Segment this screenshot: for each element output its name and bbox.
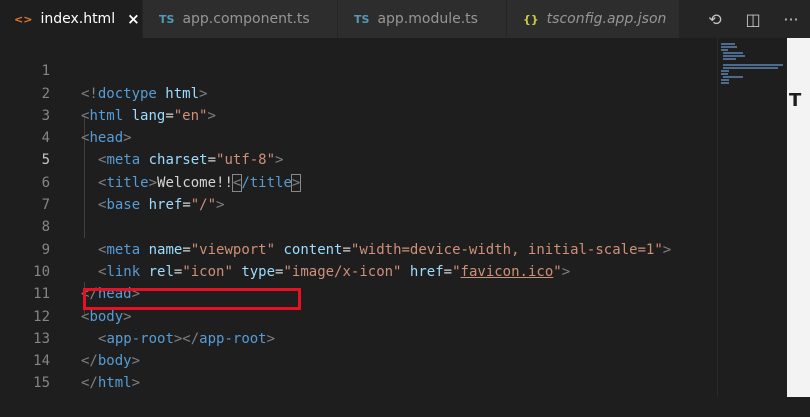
minimap-line	[721, 70, 729, 72]
tab-app-module-ts[interactable]: TS app.module.ts	[338, 0, 506, 38]
minimap-line	[721, 46, 737, 48]
code-line: 8 <meta name="viewport" content="width=d…	[0, 194, 717, 257]
tab-label: tsconfig.app.json	[546, 11, 667, 27]
code-line: 6 <base href="/">	[0, 150, 717, 213]
code-line: 15	[0, 350, 717, 391]
code-line: 4 <meta charset="utf-8">	[0, 105, 717, 168]
editor-tab-bar: <> index.html × TS app.component.ts TS a…	[0, 0, 810, 38]
code-line: 9 <link rel="icon" type="image/x-icon" h…	[0, 216, 717, 280]
code-line: 14 </html>	[0, 328, 717, 391]
tab-index-html[interactable]: <> index.html ×	[0, 0, 142, 38]
tab-label: app.module.ts	[377, 11, 478, 27]
minimap-line	[723, 67, 778, 69]
code-line: 3 <head>	[0, 83, 717, 146]
code-line-current: 5 <title>Welcome!!</title>	[0, 127, 717, 192]
typescript-file-icon: TS	[159, 12, 175, 26]
minimap-line	[723, 64, 783, 66]
more-actions-icon[interactable]: ···	[772, 10, 810, 29]
line-number: 15	[33, 375, 50, 392]
minimap-line	[721, 43, 735, 45]
minimap-line	[723, 52, 743, 54]
html-file-icon: <>	[14, 12, 33, 26]
minimap[interactable]	[717, 38, 788, 397]
highlight-annotation-box	[83, 288, 301, 310]
close-icon[interactable]: ×	[127, 10, 140, 28]
adjacent-panel-letter: T	[789, 90, 802, 111]
code-editor[interactable]: 1 <!doctype html> 2 <html lang="en"> 3 <…	[0, 38, 717, 397]
open-changes-icon[interactable]: ⟲	[696, 10, 734, 29]
minimap-line	[723, 55, 745, 57]
code-line: 7	[0, 172, 717, 213]
minimap-line	[721, 82, 729, 84]
minimap-line	[721, 49, 728, 51]
tab-actions: ⟲ ◫ ···	[696, 0, 810, 38]
tab-tsconfig-app-json[interactable]: {} tsconfig.app.json	[507, 0, 679, 38]
minimap-line	[723, 76, 743, 78]
code-line: 1 <!doctype html>	[0, 38, 717, 101]
minimap-line	[723, 58, 736, 60]
json-file-icon: {}	[523, 12, 539, 26]
code-line: 11 <body>	[0, 261, 717, 324]
code-line: 10 </head>	[0, 239, 717, 302]
adjacent-panel: T	[787, 38, 810, 397]
tab-app-component-ts[interactable]: TS app.component.ts	[143, 0, 337, 38]
typescript-file-icon: TS	[354, 12, 370, 26]
minimap-line	[721, 79, 729, 81]
code-line: 2 <html lang="en">	[0, 60, 717, 124]
split-editor-icon[interactable]: ◫	[734, 10, 772, 29]
minimap-line	[721, 73, 728, 75]
tab-label: index.html	[40, 11, 116, 27]
tab-label: app.component.ts	[182, 11, 310, 27]
